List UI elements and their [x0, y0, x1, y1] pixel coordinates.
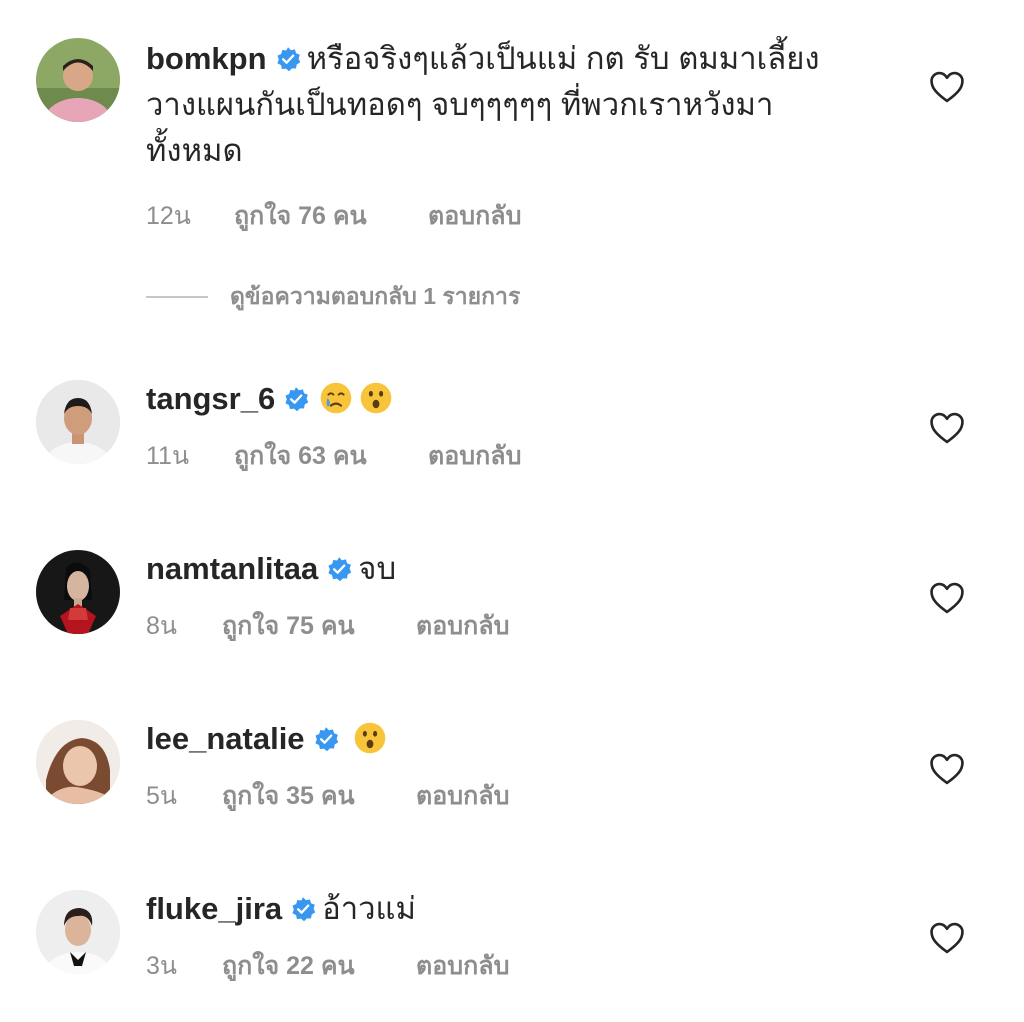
surprised-face-icon: [354, 722, 385, 754]
avatar-photo: [36, 38, 120, 122]
verified-badge-icon: [328, 557, 352, 582]
username[interactable]: lee_natalie: [146, 721, 305, 756]
comment-time: 5น: [146, 782, 177, 810]
avatar-photo: [36, 720, 120, 804]
comment-time: 8น: [146, 612, 177, 640]
like-count[interactable]: ถูกใจ 22 คน: [222, 946, 416, 986]
comment-text-line: bomkpn หรือจริงๆแล้วเป็นแม่ กต รับ ตมมาเล…: [146, 36, 894, 82]
verified-badge-icon: [292, 897, 316, 922]
like-count[interactable]: ถูกใจ 76 คน: [234, 196, 428, 236]
avatar[interactable]: [36, 720, 120, 804]
comment-time: 3น: [146, 952, 177, 980]
comment-time: 11น: [146, 442, 190, 470]
verified-badge-icon: [285, 387, 309, 412]
comment-text: จบ: [358, 551, 397, 586]
avatar[interactable]: [36, 550, 120, 634]
reply-button[interactable]: ตอบกลับ: [416, 776, 509, 816]
reply-button[interactable]: ตอบกลับ: [416, 606, 509, 646]
comment-text-line: tangsr_6: [146, 376, 894, 422]
verified-badge-icon: [314, 727, 338, 752]
surprised-face-icon: [360, 382, 392, 414]
comment-text-line: lee_natalie: [146, 716, 894, 762]
avatar[interactable]: [36, 38, 120, 122]
comment-text-line: ทั้งหมด: [146, 128, 894, 174]
view-replies-label: ดูข้อความตอบกลับ 1 รายการ: [230, 283, 521, 309]
like-count[interactable]: ถูกใจ 75 คน: [222, 606, 416, 646]
like-count[interactable]: ถูกใจ 35 คน: [222, 776, 416, 816]
comment-text-line: fluke_jira อ้าวแม่: [146, 886, 894, 932]
avatar[interactable]: [36, 380, 120, 464]
comment-text: หรือจริงๆแล้วเป็นแม่ กต รับ ตมมาเลี้ยง: [306, 41, 820, 76]
avatar-photo: [36, 890, 120, 974]
comment-text: ทั้งหมด: [146, 133, 243, 168]
divider: [146, 296, 208, 298]
username[interactable]: bomkpn: [146, 41, 267, 76]
avatar-photo: [36, 550, 120, 634]
comment-meta: 5น ถูกใจ 35 คน ตอบกลับ: [146, 776, 894, 816]
heart-icon[interactable]: [928, 752, 966, 786]
comment-time: 12น: [146, 202, 191, 230]
reply-button[interactable]: ตอบกลับ: [428, 436, 521, 476]
heart-icon[interactable]: [928, 70, 966, 104]
comment-meta: 8น ถูกใจ 75 คน ตอบกลับ: [146, 606, 894, 646]
comment-meta: 3น ถูกใจ 22 คน ตอบกลับ: [146, 946, 894, 986]
comment-text-line: namtanlitaa จบ: [146, 546, 894, 592]
comment-text: อ้าวแม่: [322, 891, 416, 926]
avatar[interactable]: [36, 890, 120, 974]
comment-text-line: วางแผนกันเป็นทอดๆ จบๆๆๆๆๆ ที่พวกเราหวังม…: [146, 82, 894, 128]
heart-icon[interactable]: [928, 411, 966, 445]
heart-icon[interactable]: [928, 921, 966, 955]
crying-face-icon: [320, 382, 352, 414]
reply-button[interactable]: ตอบกลับ: [428, 196, 521, 236]
verified-badge-icon: [276, 47, 300, 72]
username[interactable]: namtanlitaa: [146, 551, 318, 586]
comment-meta: 11น ถูกใจ 63 คน ตอบกลับ: [146, 436, 894, 476]
avatar-photo: [36, 380, 120, 464]
username[interactable]: fluke_jira: [146, 891, 282, 926]
comment-text: วางแผนกันเป็นทอดๆ จบๆๆๆๆๆ ที่พวกเราหวังม…: [146, 87, 774, 122]
comment-meta: 12น ถูกใจ 76 คน ตอบกลับ: [146, 196, 894, 236]
reply-button[interactable]: ตอบกลับ: [416, 946, 509, 986]
like-count[interactable]: ถูกใจ 63 คน: [234, 436, 428, 476]
username[interactable]: tangsr_6: [146, 381, 275, 416]
view-replies-button[interactable]: ดูข้อความตอบกลับ 1 รายการ: [146, 282, 520, 312]
heart-icon[interactable]: [928, 581, 966, 615]
